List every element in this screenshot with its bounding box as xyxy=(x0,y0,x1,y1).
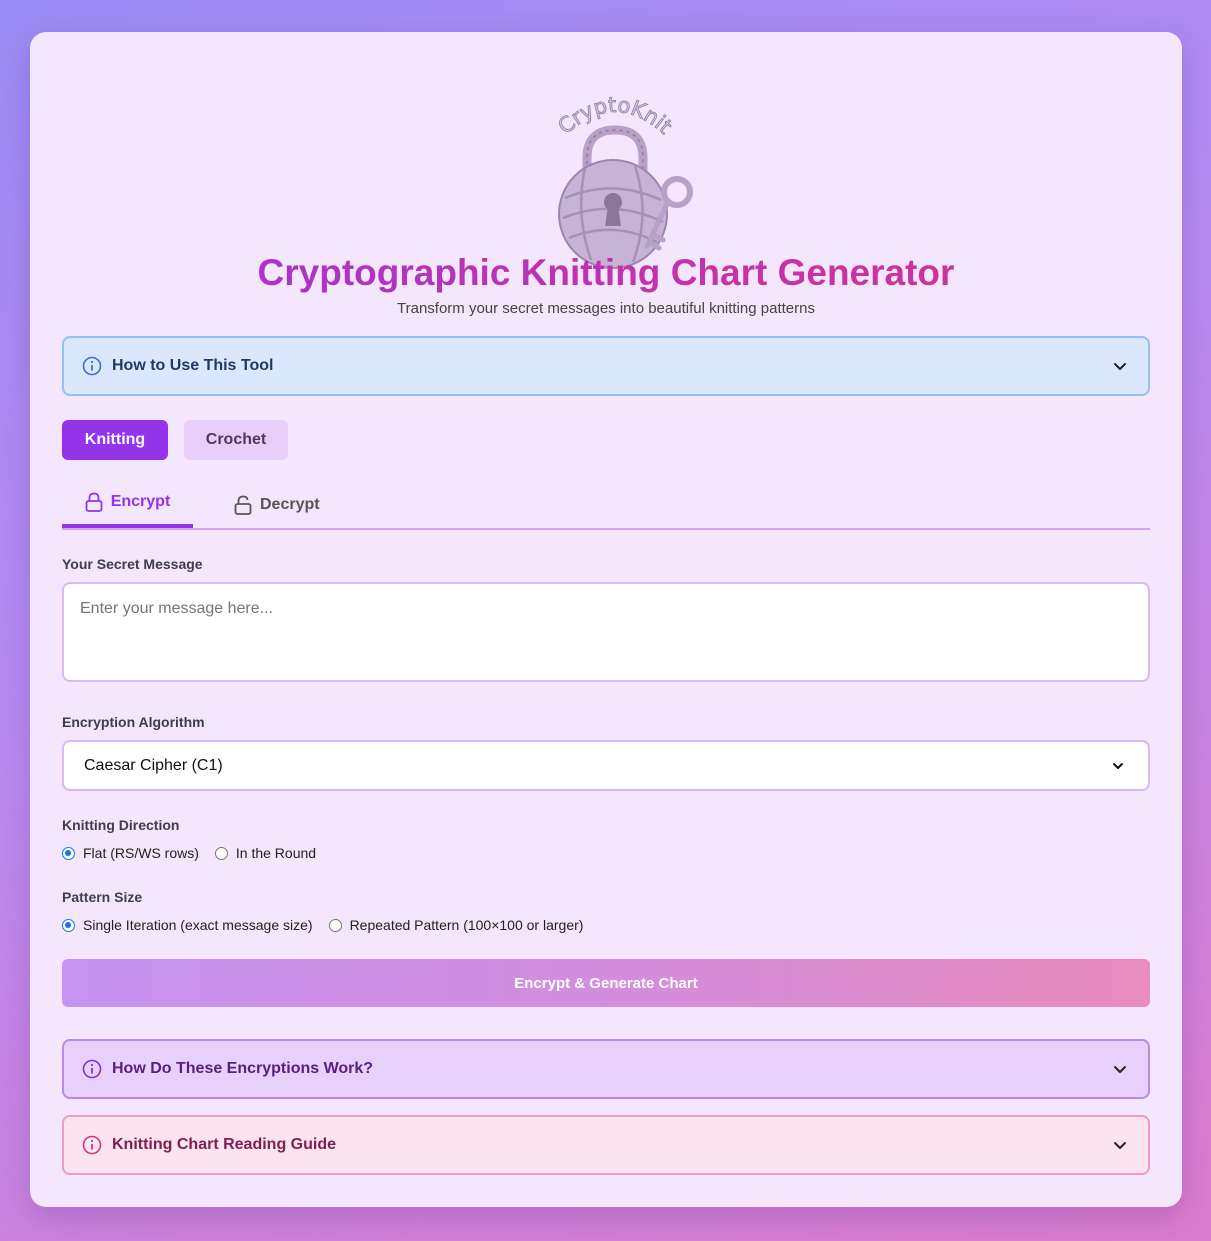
algorithm-label: Encryption Algorithm xyxy=(62,714,205,730)
message-label: Your Secret Message xyxy=(62,556,203,572)
pattern-single-radio[interactable] xyxy=(62,918,75,932)
chevron-down-icon xyxy=(1114,363,1126,370)
info-icon xyxy=(82,1059,102,1079)
knitting-toggle-button[interactable]: Knitting xyxy=(62,420,168,460)
reading-guide-label: Knitting Chart Reading Guide xyxy=(112,1136,336,1153)
direction-label: Knitting Direction xyxy=(62,817,180,833)
encrypt-generate-button[interactable]: Encrypt & Generate Chart xyxy=(62,959,1150,1007)
how-to-use-accordion[interactable]: How to Use This Tool xyxy=(62,336,1150,396)
tab-encrypt-label: Encrypt xyxy=(110,493,171,510)
pattern-repeated-label: Repeated Pattern (100×100 or larger) xyxy=(349,917,584,933)
algorithm-select[interactable]: Caesar Cipher (C1) xyxy=(62,740,1150,791)
lock-icon xyxy=(85,492,103,512)
logo: CryptoKnit xyxy=(535,78,695,278)
pattern-size-radio-group: Single Iteration (exact message size) Re… xyxy=(62,917,583,933)
page-subtitle: Transform your secret messages into beau… xyxy=(397,300,815,317)
direction-round-label: In the Round xyxy=(235,845,317,861)
unlock-icon xyxy=(234,495,252,515)
direction-flat-radio[interactable] xyxy=(62,846,75,860)
tab-decrypt[interactable]: Decrypt xyxy=(234,480,364,530)
chevron-down-icon xyxy=(1114,1142,1126,1149)
encryptions-info-label: How Do These Encryptions Work? xyxy=(112,1060,374,1077)
encryptions-info-accordion[interactable]: How Do These Encryptions Work? xyxy=(62,1039,1150,1099)
reading-guide-accordion[interactable]: Knitting Chart Reading Guide xyxy=(62,1115,1150,1175)
algorithm-selected-value: Caesar Cipher (C1) xyxy=(84,756,223,774)
crochet-toggle-button[interactable]: Crochet xyxy=(184,420,288,460)
info-icon xyxy=(82,1135,102,1155)
main-card: CryptoKnit Cryptographic Knitting Chart … xyxy=(30,32,1182,1207)
tab-encrypt[interactable]: Encrypt xyxy=(62,480,193,528)
direction-radio-group: Flat (RS/WS rows) In the Round xyxy=(62,845,316,861)
mode-tabs: Encrypt Decrypt xyxy=(62,480,1150,530)
message-input[interactable] xyxy=(62,582,1150,682)
direction-round-radio[interactable] xyxy=(214,846,228,860)
chevron-down-icon xyxy=(1113,762,1123,769)
pattern-single-label: Single Iteration (exact message size) xyxy=(83,917,313,933)
how-to-use-label: How to Use This Tool xyxy=(112,357,274,374)
tab-decrypt-label: Decrypt xyxy=(260,496,320,513)
direction-flat-label: Flat (RS/WS rows) xyxy=(83,845,199,861)
page-title: Cryptographic Knitting Chart Generator xyxy=(30,252,1182,294)
pattern-repeated-radio[interactable] xyxy=(328,918,342,932)
pattern-size-label: Pattern Size xyxy=(62,889,143,905)
chevron-down-icon xyxy=(1114,1066,1126,1073)
info-icon xyxy=(82,356,102,376)
